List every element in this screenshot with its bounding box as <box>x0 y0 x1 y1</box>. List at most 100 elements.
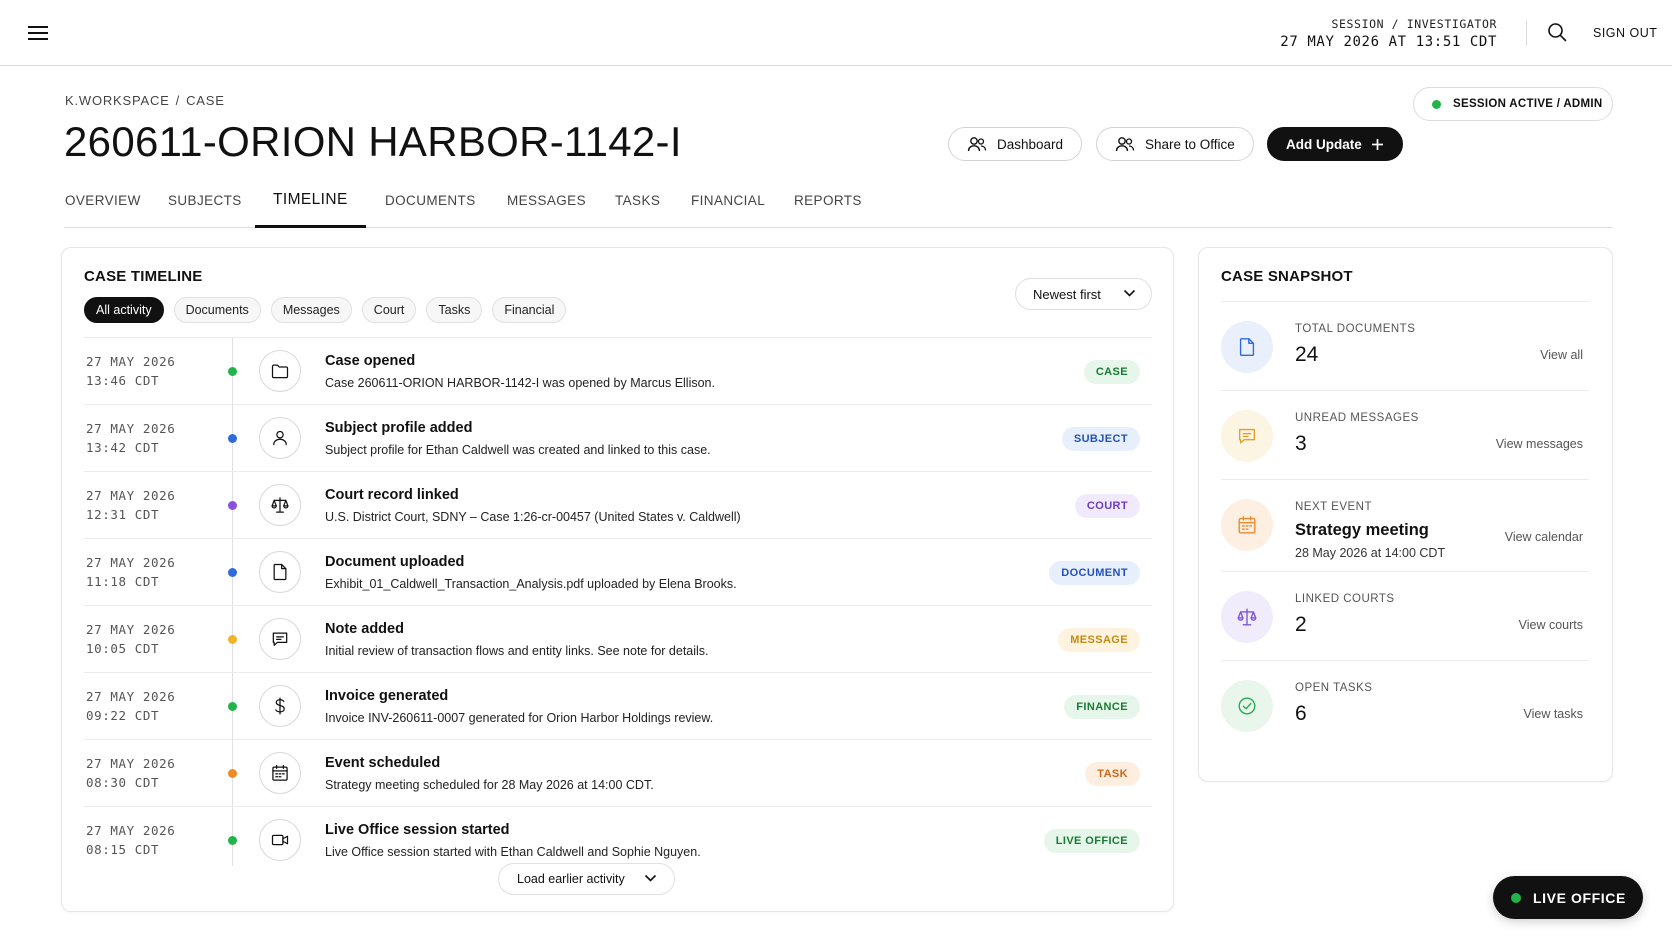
event-title: Document uploaded <box>325 554 465 570</box>
tab-documents[interactable]: DOCUMENTS <box>385 193 476 208</box>
snapshot-row: NEXT EVENT Strategy meeting 28 May 2026 … <box>1221 479 1589 571</box>
timeline-row[interactable]: 27 MAY 2026 08:30 CDT Event scheduled St… <box>84 739 1152 806</box>
session-datetime: 27 MAY 2026 AT 13:51 CDT <box>1280 34 1497 50</box>
event-date: 27 MAY 2026 <box>86 622 176 637</box>
menu-icon[interactable] <box>28 22 54 44</box>
filter-all-activity[interactable]: All activity <box>84 297 164 323</box>
event-date: 27 MAY 2026 <box>86 488 176 503</box>
tab-messages[interactable]: MESSAGES <box>507 193 586 208</box>
snapshot-subtext: 28 May 2026 at 14:00 CDT <box>1295 546 1446 560</box>
event-timestamp: 27 MAY 2026 08:15 CDT <box>86 821 175 859</box>
event-time: 13:42 CDT <box>86 440 160 455</box>
snapshot-value: 6 <box>1295 702 1307 725</box>
top-bar: SESSION / INVESTIGATOR 27 MAY 2026 AT 13… <box>0 0 1672 66</box>
scales-icon <box>259 484 301 526</box>
event-type-badge: MESSAGE <box>1058 628 1140 652</box>
event-time: 13:46 CDT <box>86 373 160 388</box>
snapshot-row: UNREAD MESSAGES 3 View messages <box>1221 390 1589 479</box>
tab-overview[interactable]: OVERVIEW <box>65 193 141 208</box>
document-icon <box>259 551 301 593</box>
event-title: Live Office session started <box>325 822 510 838</box>
calendar-icon <box>259 752 301 794</box>
timeline-row[interactable]: 27 MAY 2026 08:15 CDT Live Office sessio… <box>84 806 1152 866</box>
filter-court[interactable]: Court <box>361 297 417 323</box>
event-type-badge: CASE <box>1083 360 1140 384</box>
event-timestamp: 27 MAY 2026 08:30 CDT <box>86 754 175 792</box>
add-update-label: Add Update <box>1286 136 1362 152</box>
event-status-dot <box>228 367 237 376</box>
snapshot-link[interactable]: View calendar <box>1505 530 1583 544</box>
session-status-badge: SESSION ACTIVE / ADMIN <box>1413 87 1613 121</box>
sign-out-button[interactable]: SIGN OUT <box>1593 26 1657 40</box>
timeline-row[interactable]: 27 MAY 2026 11:18 CDT Document uploaded … <box>84 538 1152 605</box>
event-timestamp: 27 MAY 2026 10:05 CDT <box>86 620 175 658</box>
tab-timeline[interactable]: TIMELINE <box>273 191 348 209</box>
chevron-down-icon <box>1123 289 1136 297</box>
event-date: 27 MAY 2026 <box>86 421 176 436</box>
sort-dropdown[interactable]: Newest first <box>1015 278 1152 310</box>
snapshot-row: TOTAL DOCUMENTS 24 View all <box>1221 301 1589 390</box>
document-icon <box>1221 321 1273 373</box>
event-description: Case 260611-ORION HARBOR-1142-I was open… <box>325 376 715 390</box>
event-time: 09:22 CDT <box>86 708 160 723</box>
dashboard-button[interactable]: Dashboard <box>948 127 1083 161</box>
event-time: 08:15 CDT <box>86 842 160 857</box>
timeline-list: 27 MAY 2026 13:46 CDT Case opened Case 2… <box>84 337 1152 866</box>
filter-tasks[interactable]: Tasks <box>426 297 483 323</box>
event-time: 12:31 CDT <box>86 507 160 522</box>
snapshot-link[interactable]: View messages <box>1496 437 1583 451</box>
tab-financial[interactable]: FINANCIAL <box>691 193 765 208</box>
timeline-row[interactable]: 27 MAY 2026 13:42 CDT Subject profile ad… <box>84 404 1152 471</box>
event-title: Invoice generated <box>325 688 449 704</box>
timeline-row[interactable]: 27 MAY 2026 12:31 CDT Court record linke… <box>84 471 1152 538</box>
page-title: 260611-ORION HARBOR-1142-I <box>64 118 682 165</box>
scales-icon <box>1221 591 1273 643</box>
event-description: U.S. District Court, SDNY – Case 1:26-cr… <box>325 510 741 524</box>
snapshot-value: 2 <box>1295 613 1307 636</box>
filter-documents[interactable]: Documents <box>173 297 261 323</box>
breadcrumb: K.WORKSPACE / CASE <box>65 93 231 108</box>
event-time: 11:18 CDT <box>86 574 160 589</box>
timeline-row[interactable]: 27 MAY 2026 13:46 CDT Case opened Case 2… <box>84 337 1152 404</box>
search-icon[interactable] <box>1547 22 1569 44</box>
timeline-row[interactable]: 27 MAY 2026 10:05 CDT Note added Initial… <box>84 605 1152 672</box>
snapshot-label: UNREAD MESSAGES <box>1295 412 1419 424</box>
sort-label: Newest first <box>1033 286 1101 302</box>
breadcrumb-separator: / <box>175 93 181 108</box>
timeline-title: CASE TIMELINE <box>84 268 203 285</box>
calendar-icon <box>1221 499 1273 551</box>
load-earlier-button[interactable]: Load earlier activity <box>498 863 675 895</box>
tab-reports[interactable]: REPORTS <box>794 193 862 208</box>
event-timestamp: 27 MAY 2026 13:42 CDT <box>86 419 175 457</box>
plus-icon <box>1371 138 1383 150</box>
add-update-button[interactable]: Add Update <box>1267 127 1403 161</box>
filter-messages[interactable]: Messages <box>270 297 352 323</box>
snapshot-title: CASE SNAPSHOT <box>1221 268 1353 285</box>
case-snapshot-card: CASE SNAPSHOT TOTAL DOCUMENTS 24 View al… <box>1198 247 1613 782</box>
timeline-row[interactable]: 27 MAY 2026 09:22 CDT Invoice generated … <box>84 672 1152 739</box>
chevron-down-icon <box>644 874 657 882</box>
snapshot-value: 24 <box>1295 343 1319 366</box>
message-icon <box>1221 410 1273 462</box>
case-timeline-card: CASE TIMELINE All activity Documents Mes… <box>61 247 1174 912</box>
breadcrumb-workspace[interactable]: K.WORKSPACE <box>65 93 170 108</box>
snapshot-link[interactable]: View courts <box>1519 618 1583 632</box>
user-icon <box>259 417 301 459</box>
dashboard-button-label: Dashboard <box>997 136 1064 152</box>
active-tab-indicator <box>255 225 366 228</box>
share-to-office-button[interactable]: Share to Office <box>1096 127 1254 161</box>
filter-financial[interactable]: Financial <box>492 297 567 323</box>
snapshot-link[interactable]: View all <box>1540 348 1583 362</box>
event-description: Exhibit_01_Caldwell_Transaction_Analysis… <box>325 577 737 591</box>
snapshot-label: LINKED COURTS <box>1295 593 1395 605</box>
breadcrumb-case[interactable]: CASE <box>186 93 225 108</box>
event-description: Initial review of transaction flows and … <box>325 644 709 658</box>
tab-subjects[interactable]: SUBJECTS <box>168 193 242 208</box>
session-status-label: SESSION ACTIVE / ADMIN <box>1453 98 1603 110</box>
load-earlier-label: Load earlier activity <box>517 872 625 886</box>
tab-tasks[interactable]: TASKS <box>615 193 660 208</box>
event-date: 27 MAY 2026 <box>86 689 176 704</box>
snapshot-link[interactable]: View tasks <box>1523 707 1583 721</box>
timeline-filters: All activity Documents Messages Court Ta… <box>84 297 576 323</box>
live-office-button[interactable]: LIVE OFFICE <box>1493 876 1643 919</box>
